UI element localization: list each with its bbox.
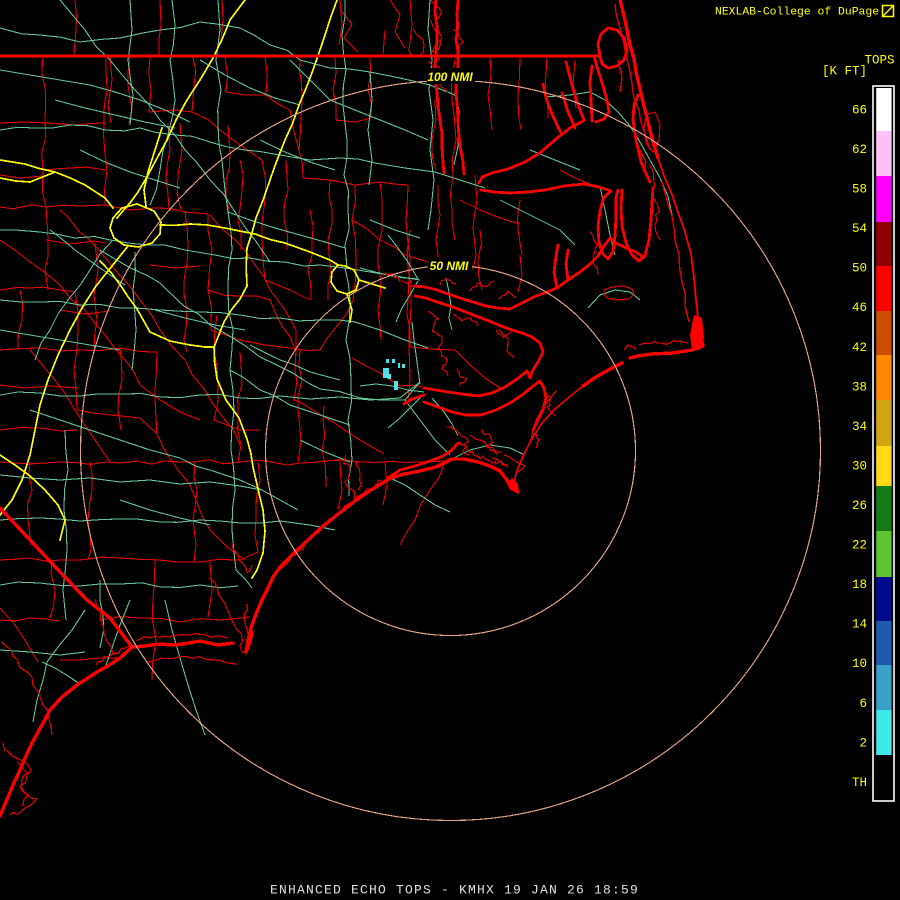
svg-text:30: 30 — [852, 459, 867, 473]
svg-text:2: 2 — [859, 736, 867, 750]
svg-text:50: 50 — [852, 262, 867, 276]
svg-text:50 NMI: 50 NMI — [430, 259, 469, 273]
svg-text:62: 62 — [852, 143, 867, 157]
svg-text:42: 42 — [852, 341, 867, 355]
svg-text:22: 22 — [852, 539, 867, 553]
svg-text:6: 6 — [859, 697, 867, 711]
svg-text:NEXLAB-College of DuPage: NEXLAB-College of DuPage — [715, 7, 879, 19]
svg-text:66: 66 — [852, 104, 867, 118]
svg-text:58: 58 — [852, 183, 867, 197]
svg-text:TOPS: TOPS — [864, 54, 894, 68]
svg-text:26: 26 — [852, 499, 867, 513]
svg-text:100 NMI: 100 NMI — [427, 70, 473, 84]
svg-text:ENHANCED ECHO TOPS - KMHX 19 J: ENHANCED ECHO TOPS - KMHX 19 JAN 26 18:5… — [270, 883, 639, 898]
svg-text:34: 34 — [852, 420, 867, 434]
svg-text:38: 38 — [852, 380, 867, 394]
svg-text:[K FT]: [K FT] — [822, 65, 867, 79]
svg-text:TH: TH — [852, 776, 867, 790]
svg-text:54: 54 — [852, 222, 867, 236]
svg-text:46: 46 — [852, 301, 867, 315]
svg-text:10: 10 — [852, 657, 867, 671]
svg-text:14: 14 — [852, 618, 867, 632]
svg-text:18: 18 — [852, 578, 867, 592]
